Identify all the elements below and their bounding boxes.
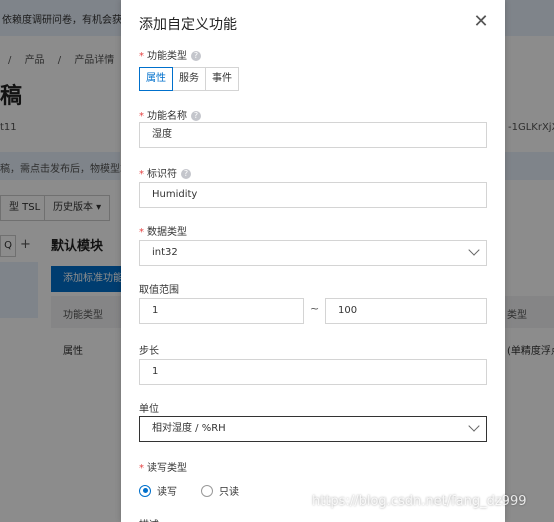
chevron-down-icon [468, 420, 480, 432]
rw-type-read-write-label: 读写 [157, 487, 177, 498]
data-type-select[interactable]: int32 [139, 240, 487, 266]
unit-value: 相对湿度 / %RH [152, 423, 226, 434]
data-type-label-text: 数据类型 [147, 227, 187, 238]
chevron-down-icon [468, 244, 480, 256]
range-min-input[interactable]: 1 [139, 298, 304, 324]
radio-checked-icon[interactable] [139, 484, 151, 497]
close-icon[interactable]: ✕ [471, 12, 491, 32]
range-separator: ~ [310, 302, 320, 315]
step-label: 步长 [139, 346, 159, 357]
range-label: 取值范围 [139, 285, 179, 296]
help-icon[interactable]: ? [181, 169, 191, 179]
identifier-label-text: 标识符 [147, 169, 177, 180]
required-mark: * [139, 227, 144, 238]
unit-label: 单位 [139, 404, 159, 415]
rw-type-read-only-label: 只读 [219, 487, 239, 498]
function-type-label-text: 功能类型 [147, 51, 187, 62]
add-custom-function-dialog: 添加自定义功能 ✕ * 功能类型? 属性 服务 事件 * 功能名称? 湿度 * 标识符… [121, 0, 505, 522]
rw-type-radio-group: 读写 只读 [139, 483, 263, 498]
step-input[interactable]: 1 [139, 359, 487, 385]
function-type-label: * 功能类型? [139, 47, 201, 62]
unit-select[interactable]: 相对湿度 / %RH [139, 416, 487, 442]
description-label: 描述 [139, 516, 159, 522]
function-type-service[interactable]: 服务 [172, 67, 206, 91]
required-mark: * [139, 169, 144, 180]
function-name-label: * 功能名称? [139, 107, 201, 122]
rw-type-label: * 读写类型 [139, 459, 187, 474]
required-mark: * [139, 463, 144, 474]
radio-unchecked-icon[interactable] [201, 484, 213, 497]
function-name-label-text: 功能名称 [147, 111, 187, 122]
identifier-input[interactable]: Humidity [139, 182, 487, 208]
function-name-input[interactable]: 湿度 [139, 122, 487, 148]
dialog-title: 添加自定义功能 [139, 17, 237, 33]
identifier-label: * 标识符? [139, 165, 191, 180]
help-icon[interactable]: ? [191, 51, 201, 61]
function-type-property[interactable]: 属性 [139, 67, 173, 91]
required-mark: * [139, 111, 144, 122]
function-type-event[interactable]: 事件 [205, 67, 239, 91]
range-max-input[interactable]: 100 [325, 298, 487, 324]
function-type-selector: 属性 服务 事件 [139, 67, 239, 91]
required-mark: * [139, 51, 144, 62]
data-type-value: int32 [152, 247, 178, 258]
rw-type-label-text: 读写类型 [147, 463, 187, 474]
help-icon[interactable]: ? [191, 111, 201, 121]
rw-type-read-only[interactable]: 只读 [201, 483, 239, 498]
rw-type-read-write[interactable]: 读写 [139, 483, 177, 498]
data-type-label: * 数据类型 [139, 223, 187, 238]
watermark: https://blog.csdn.net/fang_dz999 [312, 494, 527, 509]
